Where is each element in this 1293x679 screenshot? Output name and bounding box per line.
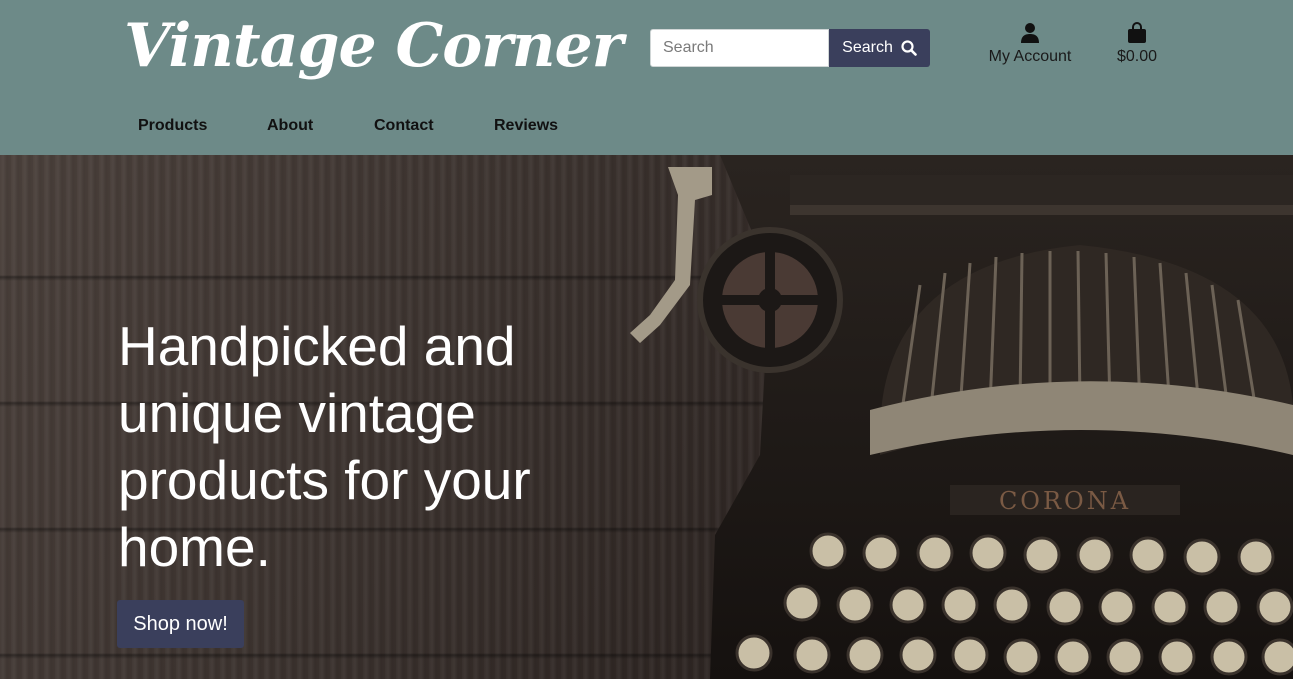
site-logo[interactable]: Vintage Corner <box>124 6 623 86</box>
hero-banner: CORONA Handpicked and unique vintage pro… <box>0 155 1293 679</box>
typewriter-image: CORONA <box>630 155 1293 679</box>
search-input[interactable] <box>650 29 829 67</box>
hero-title: Handpicked and unique vintage products f… <box>118 315 531 578</box>
site-header: Vintage Corner Search My Account <box>0 0 1293 155</box>
nav-item-reviews[interactable]: Reviews <box>494 110 558 142</box>
search-icon <box>901 40 917 56</box>
search-button[interactable]: Search <box>829 29 930 67</box>
shop-now-button[interactable]: Shop now! <box>117 600 244 648</box>
nav-item-products[interactable]: Products <box>138 110 207 142</box>
my-account-link[interactable]: My Account <box>984 22 1076 66</box>
user-icon <box>984 22 1076 48</box>
cart-total: $0.00 <box>1116 48 1158 65</box>
shopping-bag-icon <box>1110 22 1164 48</box>
nav-item-contact[interactable]: Contact <box>374 110 434 142</box>
search-form: Search <box>650 29 930 67</box>
my-account-label: My Account <box>988 48 1072 65</box>
svg-text:CORONA: CORONA <box>999 487 1131 515</box>
cart-link[interactable]: $0.00 <box>1110 22 1164 66</box>
nav-item-about[interactable]: About <box>267 110 313 142</box>
search-button-label: Search <box>842 39 893 56</box>
